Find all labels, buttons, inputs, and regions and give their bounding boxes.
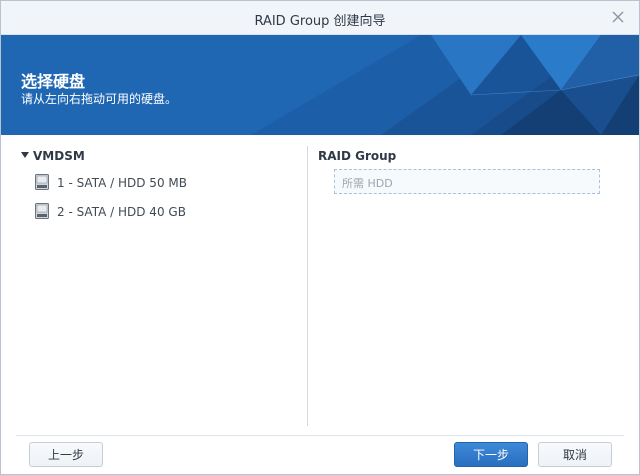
dialog-title: RAID Group 创建向导 <box>254 14 386 29</box>
hdd-icon <box>35 174 49 193</box>
required-hdd-drop-zone[interactable]: 所需 HDD <box>334 169 600 194</box>
tree-root-vmdsm[interactable]: VMDSM <box>21 149 85 163</box>
disk-item-2[interactable]: 2 - SATA / HDD 40 GB <box>35 203 186 222</box>
tree-root-label: VMDSM <box>33 149 85 163</box>
disk-label: 2 - SATA / HDD 40 GB <box>57 205 186 219</box>
wizard-banner: 选择硬盘 请从左向右拖动可用的硬盘。 <box>1 35 639 135</box>
close-icon[interactable] <box>609 8 627 26</box>
available-disks-pane: VMDSM 1 - SATA / HDD 50 MB 2 - SATA / HD… <box>1 136 307 426</box>
cancel-button[interactable]: 取消 <box>538 442 612 467</box>
step-subtitle: 请从左向右拖动可用的硬盘。 <box>21 92 178 106</box>
step-title: 选择硬盘 <box>21 72 86 91</box>
back-button[interactable]: 上一步 <box>29 442 103 467</box>
disk-item-1[interactable]: 1 - SATA / HDD 50 MB <box>35 174 187 193</box>
hdd-icon <box>35 203 49 222</box>
drop-zone-placeholder: 所需 HDD <box>342 177 393 190</box>
caret-down-icon[interactable] <box>21 152 29 158</box>
disk-label: 1 - SATA / HDD 50 MB <box>57 176 187 190</box>
banner-background <box>1 35 639 135</box>
raid-group-wizard-dialog: RAID Group 创建向导 选择硬盘 请从左向右拖动可用的硬盘。 VMDSM… <box>0 0 640 475</box>
pane-divider <box>307 146 308 426</box>
raid-group-heading: RAID Group <box>318 149 397 163</box>
footer-divider <box>16 435 624 436</box>
next-button[interactable]: 下一步 <box>454 442 528 467</box>
title-bar[interactable]: RAID Group 创建向导 <box>1 1 639 35</box>
